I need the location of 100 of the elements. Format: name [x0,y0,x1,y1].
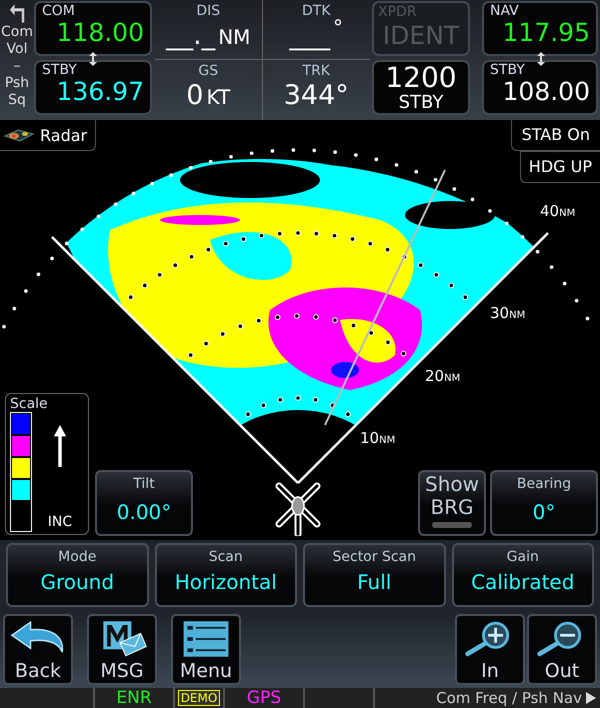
show-brg-button[interactable]: Show BRG [418,470,486,536]
range-label: 10NM [360,429,396,447]
range-dot [562,282,566,286]
zoom-in-button[interactable]: In [455,614,525,685]
range-marker [240,236,246,242]
range-dot [434,178,438,182]
standby-label: STBY [490,62,526,78]
range-marker [278,397,284,403]
nav-standby-frequency: 108.00 [502,78,590,105]
field-unit: ° [333,15,343,39]
weather-icon [4,128,34,142]
range-marker [400,350,406,356]
range-marker [384,246,390,252]
range-marker [222,240,229,246]
range-dot [536,250,540,254]
menu-button[interactable]: Menu [171,614,241,685]
com-active-frequency: 118.00 [56,19,144,46]
status-label: GPS [246,688,282,708]
setting-button[interactable]: Mode Ground [6,543,148,607]
scale-title: Scale [10,396,49,412]
setting-button[interactable]: Scan Horizontal [154,543,297,607]
range-marker [206,246,212,252]
range-dot [114,202,118,206]
orientation-button[interactable]: HDG UP [520,151,600,183]
nav-standby-button[interactable]: STBY 108.00 [482,60,598,115]
range-marker [402,254,408,260]
status-hint: Com Freq / Psh Nav [436,689,582,707]
range-marker [260,402,266,408]
range-marker [220,331,226,337]
standby-label: STBY [42,62,78,78]
range-marker [258,232,264,238]
range-marker [314,230,320,236]
radar-tab[interactable]: Radar [0,120,96,151]
range-marker [345,411,351,418]
ident-label: IDENT [382,21,460,51]
zoom-out-button[interactable]: Out [527,614,597,685]
field-unit: KT [206,85,230,109]
range-marker [385,340,391,346]
xpdr-label: XPDR [377,3,418,21]
com-standby-frequency: 136.97 [56,78,144,105]
xpdr-mode: STBY [398,92,444,112]
range-dot [312,148,316,152]
range-marker [238,323,244,330]
range-marker [368,330,374,336]
range-dot [374,158,378,162]
status-label: ENR [116,688,152,708]
range-dot [229,155,233,159]
nav-active-button[interactable]: NAV 117.95 [482,1,598,56]
range-dot [586,316,590,320]
range-marker [203,340,209,346]
range-label: 20NM [425,367,460,385]
range-marker [128,294,134,300]
range-dot [574,298,578,302]
range-dot [394,163,398,167]
range-marker [312,397,318,403]
range-dot [354,153,358,157]
field-value: 344° [284,79,349,113]
tilt-button[interactable]: Tilt 0.00° [95,470,193,536]
range-marker [330,402,336,408]
field-unit: NM [218,25,250,49]
range-dot [414,170,418,174]
range-marker [188,254,194,260]
range-marker [332,317,338,323]
range-marker [274,314,280,320]
range-dot [208,160,212,164]
range-dot [64,242,68,246]
range-dot [50,256,54,260]
range-dot [333,150,337,154]
range-dot [292,148,296,152]
com-standby-button[interactable]: STBY 136.97 [34,60,152,115]
range-dot [2,324,6,328]
range-marker [156,272,162,278]
range-dot [504,222,508,226]
side-strip-label: Com [1,24,33,41]
field-label: DTK [302,3,330,19]
range-dot [96,214,100,218]
side-strip-label: Vol [6,41,28,58]
field-value: ___ [290,19,330,53]
back-button[interactable]: Back [3,614,73,685]
range-dot [169,173,173,177]
msg-button[interactable]: MSG [87,614,157,685]
range-marker [332,232,338,238]
nav-label: NAV [490,3,520,19]
range-marker [313,314,319,320]
bearing-button[interactable]: Bearing 0° [490,470,598,536]
stab-button[interactable]: STAB On [510,120,600,151]
range-marker [188,352,194,358]
range-dot [520,235,524,239]
range-dot [452,187,456,191]
helicopter-icon [274,480,322,536]
range-marker [295,230,301,236]
range-dot [80,228,84,232]
swap-icon[interactable] [88,52,98,66]
setting-button[interactable]: Sector Scan Full [303,543,446,607]
range-marker [245,411,251,418]
range-dot [270,149,274,153]
setting-button[interactable]: Gain Calibrated [452,543,594,607]
swap-icon[interactable] [536,52,546,66]
com-active-button[interactable]: COM 118.00 [34,1,152,56]
com-label: COM [42,3,76,19]
